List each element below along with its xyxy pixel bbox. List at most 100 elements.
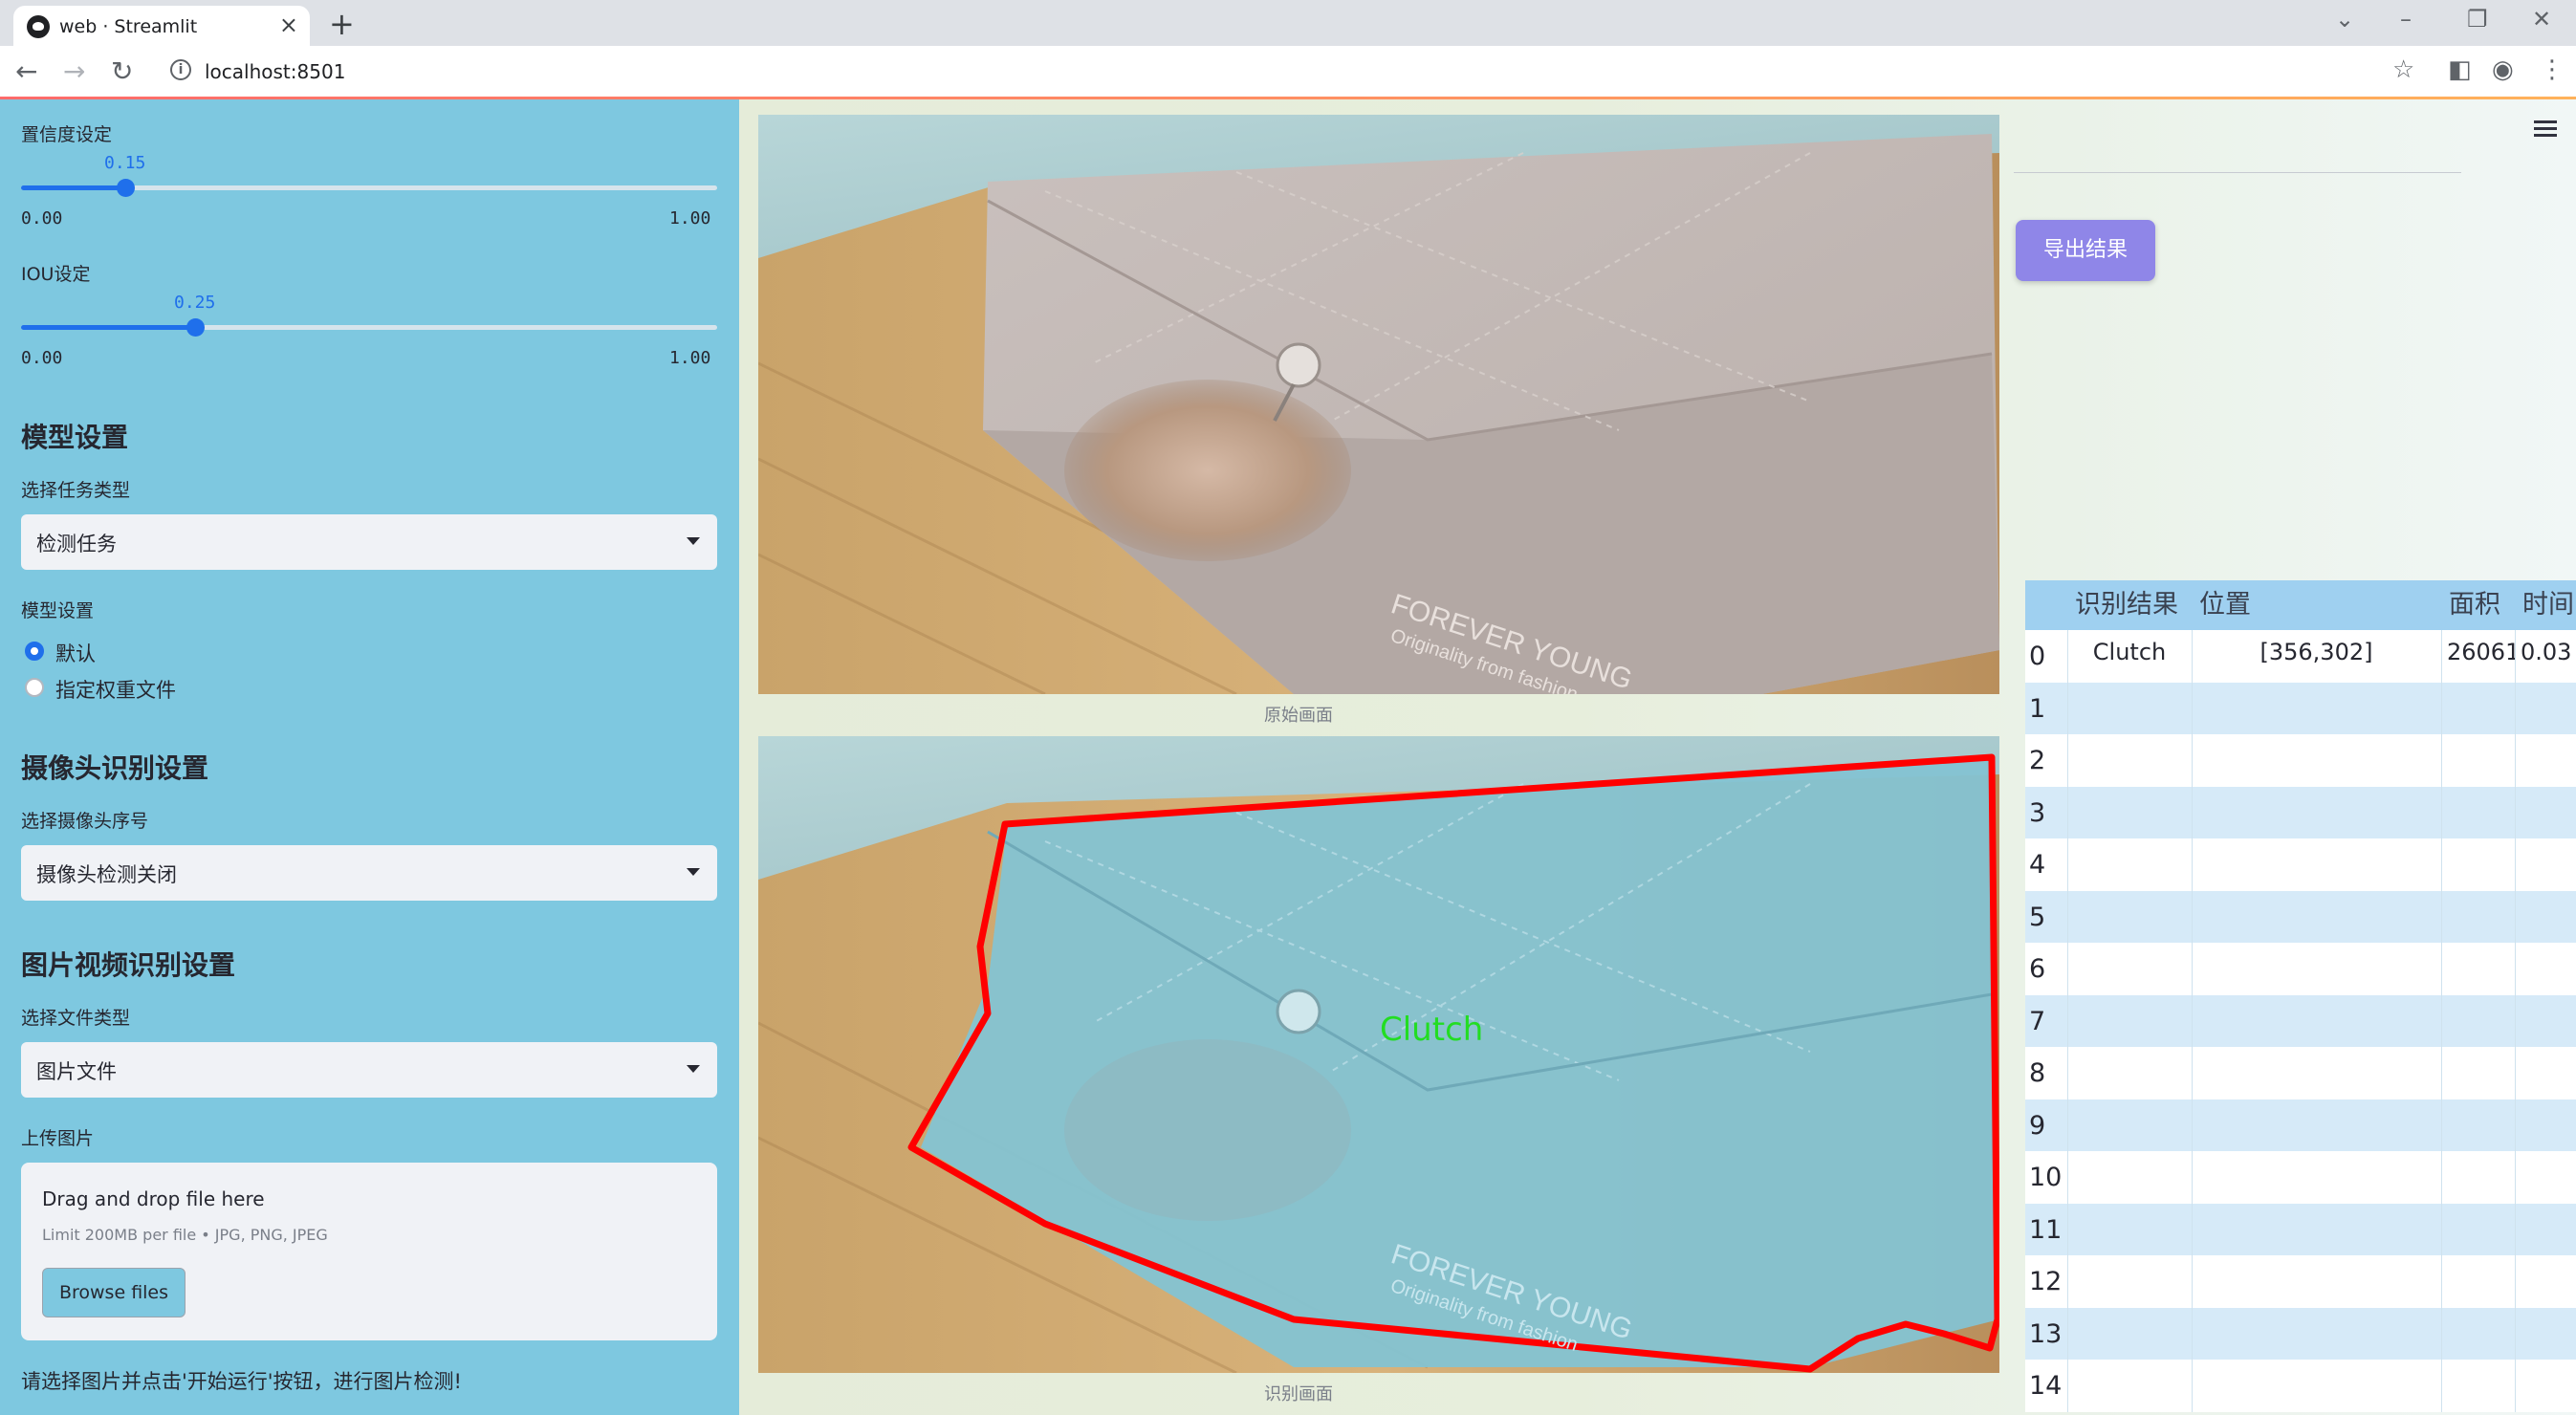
site-info-icon[interactable]: i: [170, 59, 191, 80]
window-close-icon[interactable]: ✕: [2532, 6, 2551, 33]
cell-time: [2515, 995, 2576, 1048]
radio-unselected-icon[interactable]: [25, 678, 44, 697]
header-result[interactable]: 识别结果: [2075, 580, 2192, 630]
table-row[interactable]: 8: [2025, 1047, 2576, 1099]
bookmark-star-icon[interactable]: ☆: [2392, 55, 2414, 84]
row-index: 0: [2029, 642, 2046, 671]
cell-position: [356,302]: [2259, 639, 2373, 665]
column-divider: [2067, 682, 2068, 735]
cell-position: [2192, 787, 2441, 839]
cell-position: [2192, 1255, 2441, 1308]
profile-avatar-icon[interactable]: ◉: [2492, 55, 2514, 84]
table-row[interactable]: 6: [2025, 943, 2576, 995]
forward-icon[interactable]: →: [63, 55, 85, 87]
iou-slider-thumb[interactable]: [186, 318, 205, 337]
browser-tab[interactable]: web · Streamlit ×: [13, 6, 310, 46]
column-divider: [2192, 1203, 2193, 1256]
iou-label: IOU设定: [21, 264, 91, 285]
header-area[interactable]: 面积: [2449, 580, 2515, 630]
file-dropzone[interactable]: Drag and drop file here Limit 200MB per …: [21, 1163, 717, 1340]
iou-max: 1.00: [669, 348, 711, 368]
iou-value: 0.25: [174, 293, 216, 313]
radio-selected-icon[interactable]: [25, 642, 44, 661]
table-row[interactable]: 5: [2025, 890, 2576, 944]
confidence-label: 置信度设定: [21, 124, 113, 145]
cell-area: [2441, 1308, 2515, 1361]
back-icon[interactable]: ←: [15, 55, 37, 87]
cell-area: [2441, 838, 2515, 891]
url-field[interactable]: i localhost:8501: [155, 53, 2383, 91]
table-row[interactable]: 1: [2025, 682, 2576, 735]
table-row[interactable]: 2: [2025, 734, 2576, 787]
tab-search-icon[interactable]: ⌄: [2335, 6, 2354, 33]
column-divider: [2192, 838, 2193, 891]
iou-slider-fill: [21, 325, 195, 330]
column-divider: [2515, 786, 2516, 839]
camera-index-select[interactable]: 摄像头检测关闭: [21, 845, 717, 901]
cell-position: [2192, 1204, 2441, 1256]
iou-slider[interactable]: [21, 318, 717, 337]
table-row[interactable]: 13: [2025, 1307, 2576, 1361]
table-row[interactable]: 10: [2025, 1151, 2576, 1204]
cell-position: [2192, 943, 2441, 995]
camera-index-label: 选择摄像头序号: [21, 811, 149, 832]
cell-result: [2067, 1099, 2192, 1152]
column-divider: [2515, 994, 2516, 1048]
table-row[interactable]: 12: [2025, 1255, 2576, 1308]
header-time[interactable]: 时间: [2522, 580, 2576, 630]
result-image-caption: 识别画面: [1264, 1384, 1333, 1404]
header-position[interactable]: 位置: [2199, 580, 2441, 630]
divider: [2014, 172, 2461, 173]
cell-area: [2441, 1099, 2515, 1152]
model-settings-heading: 模型设置: [21, 422, 129, 453]
chevron-down-icon: [687, 868, 700, 876]
new-tab-icon[interactable]: +: [329, 6, 355, 42]
minimize-icon[interactable]: –: [2400, 6, 2412, 33]
cell-area: [2441, 1204, 2515, 1256]
column-divider: [2192, 1047, 2193, 1099]
cell-position: [2192, 995, 2441, 1048]
column-divider: [2441, 1255, 2442, 1308]
table-row[interactable]: 14: [2025, 1360, 2576, 1412]
table-row[interactable]: 7: [2025, 994, 2576, 1048]
table-row[interactable]: 0 Clutch [356,302] 2606100.03: [2025, 630, 2576, 683]
task-type-select[interactable]: 检测任务: [21, 514, 717, 570]
column-divider: [2192, 630, 2193, 683]
column-divider: [2515, 1047, 2516, 1099]
original-image: FOREVER YOUNG Originality from fashion: [758, 115, 1999, 694]
column-divider: [2441, 1360, 2442, 1412]
column-divider: [2515, 1255, 2516, 1308]
row-index: 12: [2029, 1267, 2063, 1296]
table-row[interactable]: 11: [2025, 1203, 2576, 1256]
table-row[interactable]: 4: [2025, 838, 2576, 891]
column-divider: [2441, 1151, 2442, 1204]
column-divider: [2192, 682, 2193, 735]
cell-area: [2441, 891, 2515, 944]
column-divider: [2515, 1307, 2516, 1361]
file-type-select[interactable]: 图片文件: [21, 1042, 717, 1098]
dropzone-limit: Limit 200MB per file • JPG, PNG, JPEG: [42, 1226, 328, 1244]
side-panel-icon[interactable]: ◧: [2448, 55, 2472, 84]
table-row[interactable]: 3: [2025, 786, 2576, 839]
confidence-slider[interactable]: [21, 179, 717, 197]
dropzone-title: Drag and drop file here: [42, 1187, 265, 1210]
reload-icon[interactable]: ↻: [111, 55, 133, 87]
confidence-slider-thumb[interactable]: [117, 179, 135, 197]
column-divider: [2441, 630, 2442, 683]
restore-icon[interactable]: ❐: [2467, 6, 2488, 33]
hamburger-menu-icon[interactable]: [2534, 120, 2557, 138]
row-index: 5: [2029, 902, 2046, 932]
tab-title: web · Streamlit: [59, 16, 198, 37]
cell-area: [2441, 734, 2515, 787]
row-index: 7: [2029, 1006, 2046, 1036]
browser-menu-icon[interactable]: ⋮: [2540, 55, 2565, 84]
cell-position: [2192, 891, 2441, 944]
cell-result: [2067, 1047, 2192, 1099]
browse-files-button[interactable]: Browse files: [42, 1268, 186, 1317]
export-results-button[interactable]: 导出结果: [2016, 220, 2155, 281]
row-index: 9: [2029, 1110, 2046, 1141]
cell-result: [2067, 1308, 2192, 1361]
table-row[interactable]: 9: [2025, 1099, 2576, 1152]
cell-position: [2192, 1047, 2441, 1099]
close-tab-icon[interactable]: ×: [279, 11, 298, 38]
